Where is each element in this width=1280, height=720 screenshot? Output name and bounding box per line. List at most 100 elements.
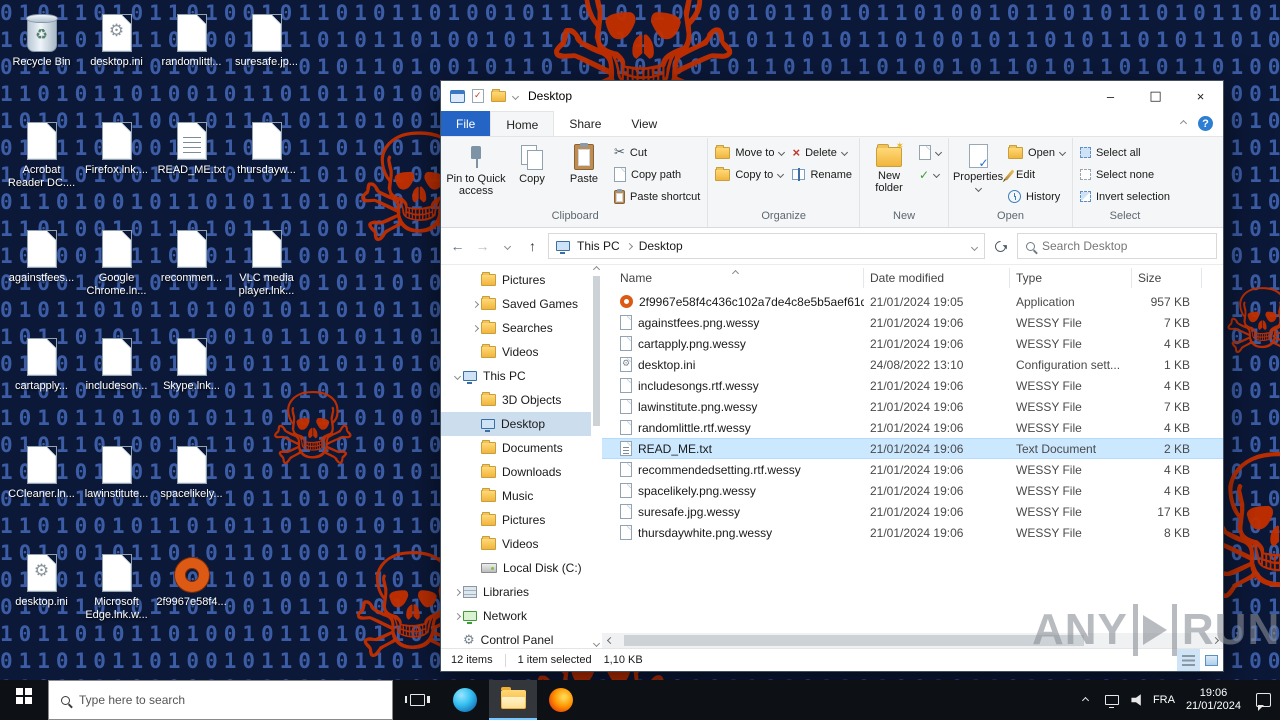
tab-share[interactable]: Share (554, 111, 616, 136)
sidebar-item-desktop[interactable]: Desktop (441, 412, 591, 436)
paste-shortcut-button[interactable]: Paste shortcut (610, 187, 704, 206)
address-bar[interactable]: This PC Desktop (548, 233, 985, 259)
file-row[interactable]: recommendedsetting.rtf.wessy 21/01/2024 1… (602, 459, 1223, 480)
forward-button[interactable]: → (470, 234, 495, 258)
sidebar-item-downloads[interactable]: Downloads (441, 460, 591, 484)
column-header-size[interactable]: Size (1132, 268, 1202, 288)
breadcrumb-this-pc[interactable]: This PC (577, 239, 620, 253)
scroll-left-icon[interactable] (602, 636, 618, 645)
history-button[interactable]: History (1004, 187, 1069, 206)
desktop-icon-desktop-ini-2[interactable]: ⚙ desktop.ini (4, 544, 79, 652)
tab-home[interactable]: Home (490, 111, 555, 136)
move-to-button[interactable]: Move to (711, 143, 788, 162)
column-header-type[interactable]: Type (1010, 268, 1132, 288)
properties-button[interactable]: Properties (952, 140, 1004, 208)
sidebar-item-videos[interactable]: Videos (441, 532, 591, 556)
sidebar-item-pictures-user[interactable]: Pictures (441, 268, 591, 292)
file-row[interactable]: 2f9967e58f4c436c102a7de4c8e5b5aef61d... 2… (602, 291, 1223, 312)
scroll-down-icon[interactable] (592, 639, 601, 648)
tab-view[interactable]: View (616, 111, 672, 136)
volume-tray-button[interactable] (1125, 680, 1151, 720)
action-center-button[interactable] (1250, 680, 1276, 720)
desktop-icon-lawinstitute[interactable]: lawinstitute... (79, 436, 154, 544)
column-header-name[interactable]: Name (602, 268, 864, 288)
sidebar-item-control-panel[interactable]: ⚙ Control Panel (441, 628, 591, 648)
desktop-icon-suresafe[interactable]: suresafe.jp... (229, 4, 304, 112)
desktop-icon-cartapply[interactable]: cartapply... (4, 328, 79, 436)
sidebar-item-documents[interactable]: Documents (441, 436, 591, 460)
refresh-button[interactable] (988, 234, 1013, 258)
sidebar-item-this-pc[interactable]: This PC (441, 364, 591, 388)
desktop-icon-chrome[interactable]: Google Chrome.ln... (79, 220, 154, 328)
qat-properties-icon[interactable] (472, 89, 484, 103)
taskbar-explorer-button[interactable] (489, 680, 537, 720)
ribbon-collapse-chevron[interactable] (1179, 119, 1188, 128)
file-row[interactable]: againstfees.png.wessy 21/01/2024 19:06 WES… (602, 312, 1223, 333)
taskbar-edge-button[interactable] (441, 680, 489, 720)
address-dropdown-chevron[interactable] (970, 243, 979, 252)
desktop-icon-againstfees[interactable]: againstfees... (4, 220, 79, 328)
file-row[interactable]: thursdaywhite.png.wessy 21/01/2024 19:06 W… (602, 522, 1223, 543)
desktop-icon-spacelikely[interactable]: spacelikely... (154, 436, 229, 544)
select-none-button[interactable]: Select none (1076, 165, 1174, 184)
sidebar-item-3d-objects[interactable]: 3D Objects (441, 388, 591, 412)
desktop-icon-ccleaner[interactable]: CCleaner.ln... (4, 436, 79, 544)
desktop-icon-recycle-bin[interactable]: Recycle Bin (4, 4, 79, 112)
show-hidden-icons-button[interactable] (1073, 680, 1099, 720)
desktop-icon-vlc[interactable]: VLC media player.lnk... (229, 220, 304, 328)
file-row-selected[interactable]: READ_ME.txt 21/01/2024 19:06 Text Document… (602, 438, 1223, 459)
new-folder-button[interactable]: New folder (863, 140, 915, 208)
delete-button[interactable]: × Delete (788, 143, 856, 162)
file-row[interactable]: randomlittle.rtf.wessy 21/01/2024 19:06 WE… (602, 417, 1223, 438)
file-row[interactable]: includesongs.rtf.wessy 21/01/2024 19:06 WE… (602, 375, 1223, 396)
qat-new-folder-icon[interactable] (491, 88, 506, 102)
scrollbar-thumb[interactable] (593, 276, 600, 426)
tab-file[interactable]: File (441, 111, 491, 136)
copy-path-button[interactable]: Copy path (610, 165, 704, 184)
sidebar-item-pictures[interactable]: Pictures (441, 508, 591, 532)
breadcrumb-chevron[interactable] (625, 242, 633, 250)
qat-customize-chevron[interactable] (511, 92, 520, 100)
sidebar-item-network[interactable]: Network (441, 604, 591, 628)
recent-locations-chevron[interactable] (495, 234, 520, 258)
desktop-icon-randomlittle[interactable]: randomlittl... (154, 4, 229, 112)
start-button[interactable] (0, 680, 48, 720)
edit-button[interactable]: Edit (1004, 165, 1069, 184)
sidebar-item-searches[interactable]: Searches (441, 316, 591, 340)
desktop-icon-edge[interactable]: Microsoft Edge.lnk.w... (79, 544, 154, 652)
desktop-icon-malware-app[interactable]: 2f9967e58f4... (154, 544, 229, 652)
desktop-icon-thursdaywhite[interactable]: thursdayw... (229, 112, 304, 220)
scroll-up-icon[interactable] (592, 265, 601, 274)
taskbar-clock[interactable]: 19:06 21/01/2024 (1177, 687, 1250, 713)
back-button[interactable]: ← (445, 234, 470, 258)
file-row[interactable]: ⚙ desktop.ini 24/08/2022 13:10 Configuratio… (602, 354, 1223, 375)
cut-button[interactable]: ✂ Cut (610, 143, 704, 162)
network-tray-button[interactable] (1099, 680, 1125, 720)
language-indicator[interactable]: FRA (1151, 680, 1177, 720)
paste-button[interactable]: Paste (558, 140, 610, 208)
sidebar-item-music[interactable]: Music (441, 484, 591, 508)
help-icon[interactable]: ? (1198, 116, 1213, 131)
sidebar-item-libraries[interactable]: Libraries (441, 580, 591, 604)
sidebar-item-local-disk-c[interactable]: Local Disk (C:) (441, 556, 591, 580)
rename-button[interactable]: Rename (788, 165, 856, 184)
navigation-scrollbar[interactable] (591, 265, 602, 648)
desktop-icon-includesongs[interactable]: includeson... (79, 328, 154, 436)
taskbar-firefox-button[interactable] (537, 680, 585, 720)
sidebar-item-videos-user[interactable]: Videos (441, 340, 591, 364)
easy-access-button[interactable]: ✓ (915, 165, 945, 184)
desktop-icon-firefox[interactable]: Firefox.lnk.... (79, 112, 154, 220)
select-all-button[interactable]: Select all (1076, 143, 1174, 162)
maximize-button[interactable]: □ (1133, 81, 1178, 111)
minimize-button[interactable]: – (1088, 81, 1133, 111)
desktop-icon-skype[interactable]: Skype.lnk... (154, 328, 229, 436)
column-header-date-modified[interactable]: Date modified (864, 268, 1010, 288)
up-button[interactable]: ↑ (520, 234, 545, 258)
desktop-icon-read-me[interactable]: READ_ME.txt (154, 112, 229, 220)
search-box[interactable]: Search Desktop (1017, 233, 1217, 259)
file-row[interactable]: cartapply.png.wessy 21/01/2024 19:06 WESSY… (602, 333, 1223, 354)
sidebar-item-saved-games[interactable]: Saved Games (441, 292, 591, 316)
breadcrumb-desktop[interactable]: Desktop (639, 239, 683, 253)
task-view-button[interactable] (393, 680, 441, 720)
taskbar-search-box[interactable]: Type here to search (48, 680, 393, 720)
